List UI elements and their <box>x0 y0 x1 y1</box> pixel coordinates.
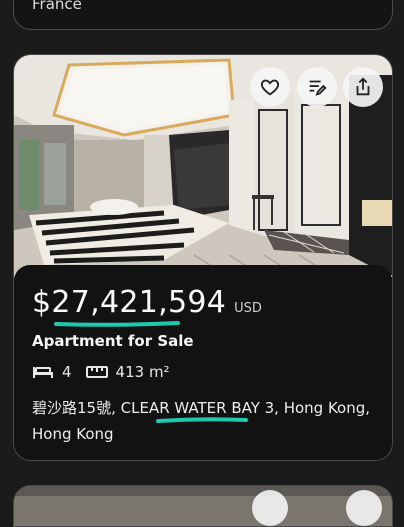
favorite-button[interactable] <box>250 67 290 107</box>
price-row: $27,421,594 USD <box>32 285 262 320</box>
listing-photo[interactable] <box>14 55 392 277</box>
listing-info: $27,421,594 USD Apartment for Sale 4 413… <box>14 265 392 460</box>
bed-icon <box>32 364 54 380</box>
heart-icon <box>259 76 281 98</box>
next-listing-card[interactable] <box>13 485 393 527</box>
price-highlight-mark <box>54 321 180 327</box>
property-type: Apartment for Sale <box>32 332 194 350</box>
listing-specs: 4 413 m² <box>32 363 184 381</box>
ruler-icon <box>85 364 108 380</box>
notes-button[interactable] <box>297 67 337 107</box>
listing-currency: USD <box>234 301 262 316</box>
share-button[interactable] <box>343 67 383 107</box>
listing-price: $27,421,594 <box>32 285 227 320</box>
share-icon <box>352 76 374 98</box>
listing-card[interactable]: $27,421,594 USD Apartment for Sale 4 413… <box>13 54 393 461</box>
listing-area: 413 m² <box>115 363 170 381</box>
notes-icon <box>306 76 328 98</box>
bedroom-count: 4 <box>62 363 72 381</box>
address-highlight-mark <box>156 417 248 423</box>
previous-listing-location: France <box>32 0 82 13</box>
previous-listing-card[interactable]: France <box>13 0 393 30</box>
